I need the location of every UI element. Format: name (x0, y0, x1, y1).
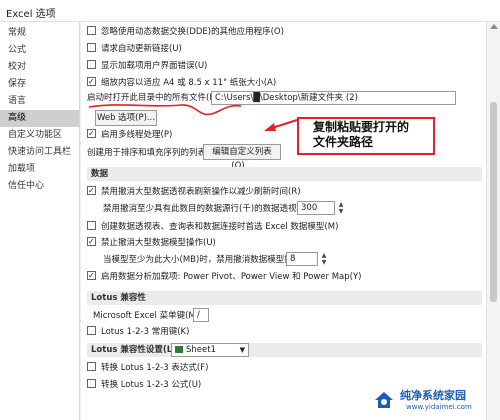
watermark-logo-icon (375, 392, 393, 408)
undo-pivot-rows-spinner[interactable]: ▲ ▼ (336, 201, 346, 215)
sidebar-item-language[interactable]: 语言 (0, 93, 79, 110)
sidebar-item-trust-center[interactable]: 信任中心 (0, 178, 79, 195)
option-auto-update-links[interactable]: 请求自动更新链接(U) (87, 42, 182, 56)
checkbox-checked[interactable] (87, 184, 96, 198)
option-addin-ui-errors[interactable]: 显示加载项用户界面错误(U) (87, 59, 207, 73)
watermark-text: 纯净系统家园 (400, 389, 466, 402)
sidebar-item-save[interactable]: 保存 (0, 76, 79, 93)
checkbox[interactable] (87, 43, 96, 52)
checkbox[interactable] (87, 326, 96, 335)
undo-pivot-rows-input[interactable]: 300 (297, 201, 335, 215)
checkbox[interactable] (87, 221, 96, 230)
option-lotus-keys[interactable]: Lotus 1-2-3 常用键(K) (87, 325, 189, 339)
sidebar-item-advanced[interactable]: 高级 (0, 110, 79, 127)
menu-key-label: Microsoft Excel 菜单键(M): (93, 311, 202, 321)
window-title: Excel 选项 (6, 9, 56, 20)
startup-folder-label: 启动时打开此目录中的所有文件(L): (87, 93, 221, 103)
undo-pivot-rows-label: 禁用撤消至少具有此数目的数据源行(千)的数据透视表(N): (103, 204, 321, 214)
option-scale-a4[interactable]: 缩放内容以适应 A4 或 8.5 x 11" 纸张大小(A) (87, 75, 276, 90)
title-bar: Excel 选项 (0, 0, 500, 22)
checkbox[interactable] (87, 362, 96, 371)
sort-lists-label: 创建用于排序和填充序列的列表: (87, 148, 209, 158)
options-sidebar: 常规 公式 校对 保存 语言 高级 自定义功能区 快速访问工具栏 加载项 信任中… (0, 22, 80, 420)
option-disable-undo-model[interactable]: 禁止撤消大型数据模型操作(U) (87, 235, 216, 250)
checkbox-checked[interactable] (87, 127, 96, 141)
checkbox[interactable] (87, 379, 96, 388)
checkbox-checked[interactable] (87, 269, 96, 283)
option-transition-eval[interactable]: 转换 Lotus 1-2-3 表达式(F) (87, 361, 208, 375)
sidebar-item-addins[interactable]: 加载项 (0, 161, 79, 178)
menu-key-input[interactable]: / (193, 308, 209, 322)
undo-model-size-input[interactable]: 8 (286, 252, 318, 266)
checkbox-checked[interactable] (87, 235, 96, 249)
advanced-options-panel: 忽略使用动态数据交换(DDE)的其他应用程序(O) 请求自动更新链接(U) 显示… (81, 22, 486, 420)
checkbox-checked[interactable] (87, 75, 96, 89)
sheet-select[interactable]: Sheet1 ▼ (171, 343, 249, 357)
scroll-up-icon[interactable] (490, 24, 498, 29)
scroll-thumb[interactable] (490, 102, 497, 302)
undo-model-size-label: 当模型至少为此大小(MB)时，禁用撤消数据模型操作(L): (103, 255, 316, 265)
edit-custom-lists-button[interactable]: 编辑自定义列表(O)... (203, 144, 281, 171)
section-lotus-settings: Lotus 兼容性设置(L): (87, 343, 482, 357)
checkbox[interactable] (87, 60, 96, 69)
startup-folder-input[interactable]: C:\Users\█\Desktop\新建文件夹 (2) (211, 91, 456, 105)
vertical-scrollbar[interactable] (486, 22, 500, 420)
sheet-icon (175, 346, 183, 353)
section-data: 数据 (87, 167, 482, 181)
option-prefer-excel-model[interactable]: 创建数据透视表、查询表和数据连接时首选 Excel 数据模型(M) (87, 220, 338, 234)
chevron-down-icon: ▼ (239, 346, 245, 354)
annotation-text: 复制粘贴要打开的文件夹路径 (313, 120, 410, 149)
option-multithread[interactable]: 启用多线程处理(P) (87, 127, 172, 142)
option-transition-formula[interactable]: 转换 Lotus 1-2-3 公式(U) (87, 378, 201, 392)
sidebar-item-general[interactable]: 常规 (0, 25, 79, 42)
web-options-button[interactable]: Web 选项(P)... (95, 110, 157, 126)
sidebar-item-quick-access[interactable]: 快速访问工具栏 (0, 144, 79, 161)
option-ignore-dde[interactable]: 忽略使用动态数据交换(DDE)的其他应用程序(O) (87, 25, 284, 39)
section-lotus-compat: Lotus 兼容性 (87, 291, 482, 305)
sidebar-item-proofing[interactable]: 校对 (0, 59, 79, 76)
watermark-url: www.yidaimei.com (406, 403, 472, 411)
checkbox[interactable] (87, 26, 96, 35)
sidebar-item-customize-ribbon[interactable]: 自定义功能区 (0, 127, 79, 144)
undo-model-size-spinner[interactable]: ▲ ▼ (319, 252, 329, 266)
option-data-analysis-addins[interactable]: 启用数据分析加载项: Power Pivot、Power View 和 Powe… (87, 269, 361, 284)
sidebar-item-formulas[interactable]: 公式 (0, 42, 79, 59)
option-disable-undo-pivot[interactable]: 禁用撤消大型数据透视表刷新操作以减少刷新时间(R) (87, 184, 301, 199)
